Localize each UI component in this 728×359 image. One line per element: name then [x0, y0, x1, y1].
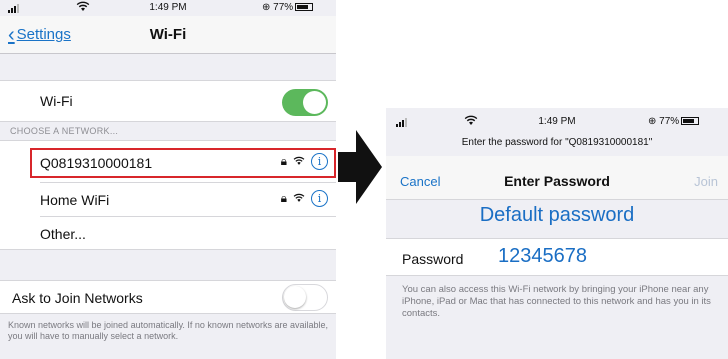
status-bar: 1:49 PM ⊕ 77% — [0, 0, 336, 16]
nav-bar: Cancel Enter Password Join — [386, 156, 728, 200]
info-icon[interactable]: i — [311, 190, 328, 207]
battery-percent: 77% — [273, 2, 294, 13]
wifi-toggle[interactable] — [282, 89, 328, 116]
ask-to-join-toggle[interactable] — [282, 284, 328, 311]
page-title: Enter Password — [504, 173, 610, 189]
wifi-toggle-row: Wi-Fi — [0, 80, 336, 122]
default-password-label: Default password — [479, 204, 635, 226]
footnote-text: Known networks will be joined automatica… — [8, 320, 328, 341]
lock-icon: 🔒︎ — [280, 191, 287, 205]
arrow-right-icon — [338, 130, 382, 204]
network-name: Home WiFi — [40, 192, 110, 208]
password-field-row[interactable]: Password 12345678 — [386, 238, 728, 276]
ask-to-join-row: Ask to Join Networks — [0, 280, 336, 314]
wifi-icon — [293, 192, 305, 206]
nav-bar: ‹ Settings Wi-Fi — [0, 16, 336, 54]
password-prompt-subtitle: Enter the password for "Q0819310000181" — [461, 137, 653, 148]
enter-password-screen: 1:49 PM ⊕ 77% Enter the password for "Q0… — [386, 108, 728, 359]
network-name: Other... — [40, 226, 86, 242]
wifi-settings-screen: 1:49 PM ⊕ 77% ‹ Settings Wi-Fi Wi-Fi CHO… — [0, 0, 336, 359]
status-bar: 1:49 PM ⊕ 77% — [386, 114, 728, 130]
page-title: Wi-Fi — [149, 26, 187, 43]
password-input[interactable]: 12345678 — [498, 245, 587, 268]
battery-icon: ⊕ 77% — [648, 116, 700, 127]
ask-to-join-label: Ask to Join Networks — [12, 290, 143, 306]
section-header: CHOOSE A NETWORK... — [10, 126, 119, 136]
battery-percent: 77% — [659, 116, 680, 127]
helper-text: You can also access this Wi-Fi network b… — [402, 284, 711, 319]
battery-icon: ⊕ 77% — [262, 2, 314, 13]
wifi-label: Wi-Fi — [40, 93, 73, 109]
network-row-home-wifi[interactable]: Home WiFi 🔒︎ i — [30, 186, 336, 214]
password-label: Password — [402, 251, 464, 267]
join-button[interactable]: Join — [694, 174, 718, 189]
selected-network-highlight — [30, 148, 336, 178]
network-row-other[interactable]: Other... — [30, 220, 336, 248]
divider — [40, 182, 336, 183]
divider — [40, 216, 336, 217]
